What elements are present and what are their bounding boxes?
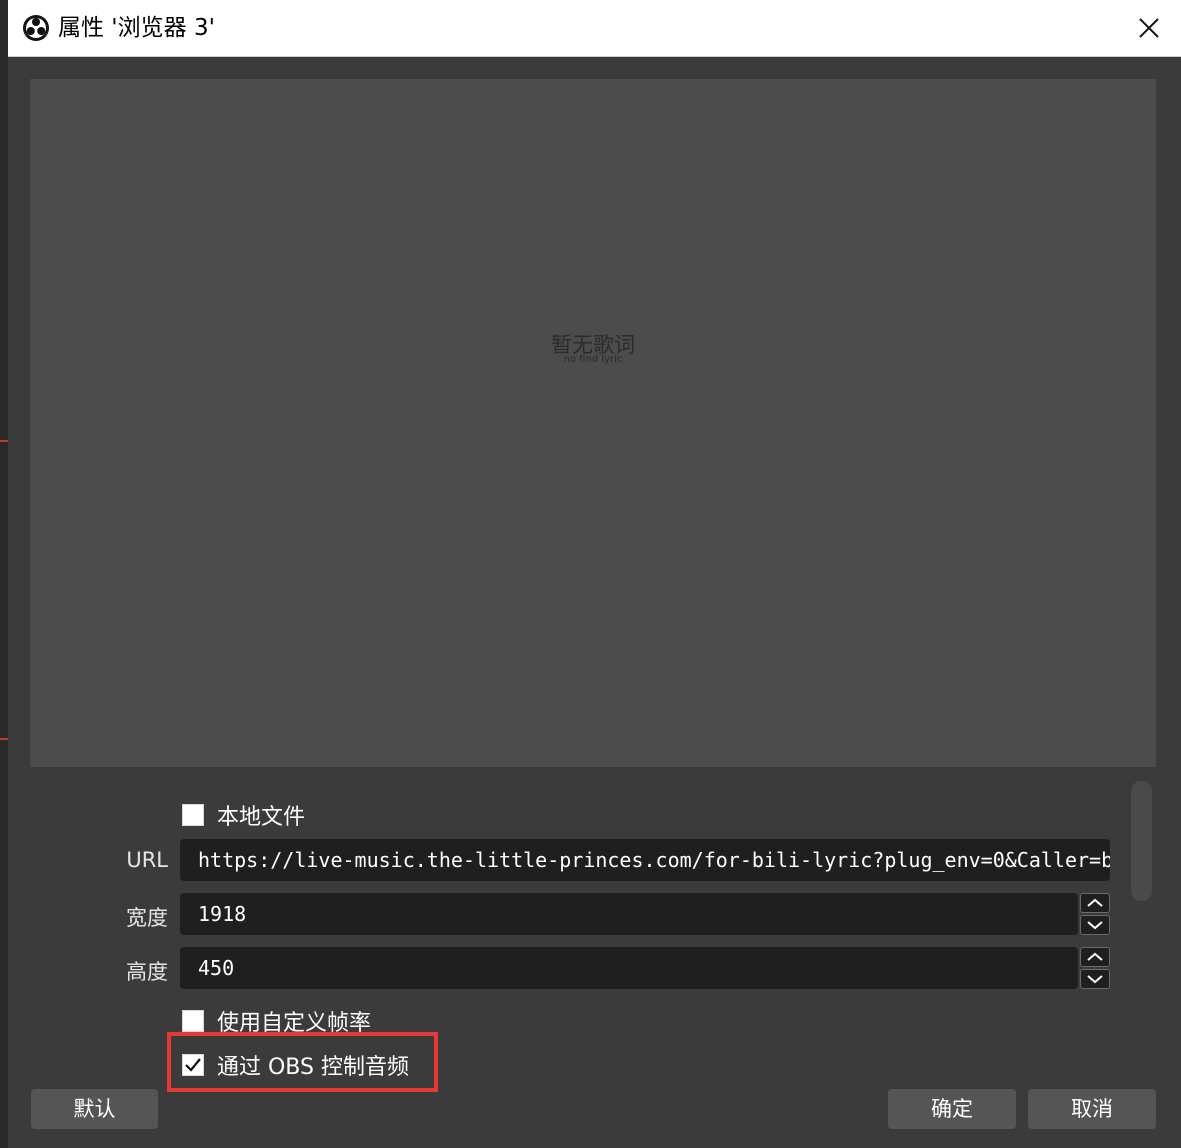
background-app-mark	[0, 440, 8, 442]
custom-fps-checkbox[interactable]	[182, 1010, 204, 1032]
window-title: 属性 '浏览器 3'	[58, 15, 215, 41]
height-stepper[interactable]	[1080, 947, 1110, 989]
defaults-button[interactable]: 默认	[31, 1089, 158, 1129]
title-bar: 属性 '浏览器 3'	[8, 0, 1181, 57]
browser-preview: 暂无歌词 no find lyric	[30, 79, 1156, 767]
ok-button[interactable]: 确定	[888, 1089, 1016, 1129]
width-input[interactable]: 1918	[180, 893, 1078, 935]
local-file-label: 本地文件	[217, 805, 306, 830]
url-input[interactable]: https://live-music.the-little-princes.co…	[180, 839, 1110, 881]
width-stepper[interactable]	[1080, 893, 1110, 935]
lyric-placeholder-subtitle: no find lyric	[563, 354, 623, 365]
height-input[interactable]: 450	[180, 947, 1078, 989]
local-file-checkbox-row[interactable]: 本地文件	[182, 799, 305, 831]
chevron-up-icon	[1087, 898, 1103, 907]
annotation-highlight-box	[167, 1032, 438, 1092]
width-decrement-button[interactable]	[1080, 915, 1110, 935]
height-label: 高度	[126, 960, 168, 984]
width-increment-button[interactable]	[1080, 893, 1110, 913]
width-label: 宽度	[126, 906, 168, 930]
chevron-down-icon	[1087, 975, 1103, 984]
url-label: URL	[126, 848, 168, 872]
height-increment-button[interactable]	[1080, 947, 1110, 967]
background-app-mark	[0, 738, 8, 740]
cancel-button[interactable]: 取消	[1028, 1089, 1156, 1129]
local-file-checkbox[interactable]	[182, 804, 204, 826]
obs-logo-icon	[23, 15, 49, 41]
chevron-up-icon	[1087, 952, 1103, 961]
properties-scrollbar[interactable]	[1131, 781, 1152, 901]
chevron-down-icon	[1087, 921, 1103, 930]
height-decrement-button[interactable]	[1080, 969, 1110, 989]
close-icon[interactable]	[1131, 10, 1167, 46]
